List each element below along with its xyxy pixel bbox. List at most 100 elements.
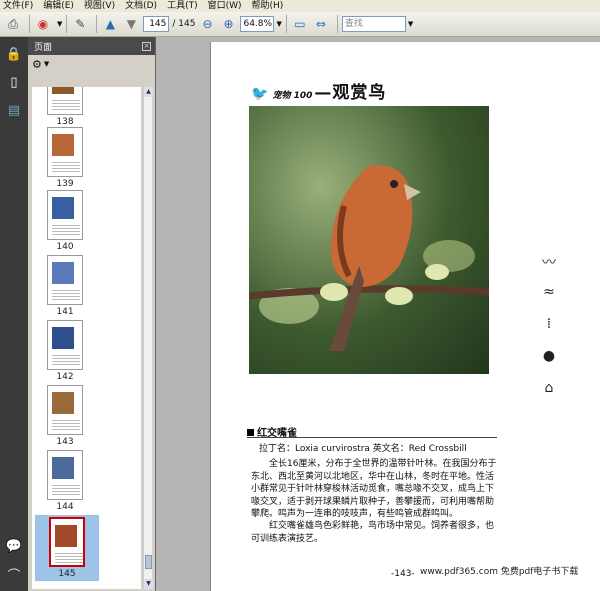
thumbnail-photo: [52, 262, 74, 284]
chevron-down-icon[interactable]: ▼: [57, 20, 62, 28]
thumbnail-text: [52, 418, 80, 432]
thumbnail-label: 144: [56, 502, 74, 512]
header-series: 宠物 100: [272, 91, 313, 101]
chevron-down-icon[interactable]: ▼: [44, 60, 49, 68]
toolbar-divider: [29, 15, 30, 33]
thumbnail-label: 139: [56, 179, 74, 189]
fit-page-icon[interactable]: ▭: [291, 15, 309, 33]
print-icon[interactable]: ⎙: [4, 15, 22, 33]
scroll-down-icon[interactable]: ▼: [144, 579, 153, 589]
zoom-out-icon[interactable]: ⊖: [198, 15, 216, 33]
page-number-input[interactable]: 145: [143, 16, 170, 32]
species-names: 拉丁名：Loxia curvirostra 英文名：Red Crossbill: [259, 444, 467, 454]
vertical-scrollbar[interactable]: ▲ ▼: [143, 87, 153, 589]
bird-logo-icon: 🐦: [251, 86, 269, 102]
pages-panel: 页面 × ⚙ ▼ 138 139 140 141 142 143 144 145 ▲ ▼: [28, 37, 156, 591]
prev-page-icon[interactable]: ▲: [101, 15, 119, 33]
panel-title: 页面: [34, 42, 53, 53]
feather-icon: ⁞: [546, 316, 552, 332]
thumbnail-image: [47, 87, 83, 115]
thumbnail-text: [52, 483, 80, 497]
thumbnail-photo: [52, 327, 74, 349]
thumbnail-image: [47, 190, 83, 240]
thumbnail-text: [52, 223, 80, 237]
description-paragraph: 全长16厘米，分布于全世界的温带针叶林。在我国分布于东北、西北至黄河以北地区，华…: [251, 459, 497, 519]
thumbnail-photo: [55, 525, 77, 547]
menu-edit[interactable]: 编辑(E): [43, 0, 74, 12]
thumbnail-text: [55, 551, 83, 565]
thumbnail-photo: [52, 134, 74, 156]
thumbnail-photo: [52, 87, 74, 94]
page-thumbnail[interactable]: 140: [46, 190, 84, 252]
scroll-up-icon[interactable]: ▲: [144, 87, 153, 97]
birdcage-icon: ⌂: [544, 380, 554, 396]
menu-file[interactable]: 文件(F): [3, 0, 33, 12]
thumbnail-label: 140: [56, 242, 74, 252]
thumbnail-photo: [52, 197, 74, 219]
panel-header: 页面 ×: [28, 37, 155, 55]
scroll-thumb[interactable]: [145, 555, 152, 569]
thumbnail-photo: [52, 392, 74, 414]
thumbnail-image: [47, 255, 83, 305]
header-title: —观赏鸟: [314, 83, 387, 103]
toolbar-divider: [285, 15, 287, 33]
thumbnail-label: 141: [56, 307, 74, 317]
section-rule: [247, 437, 497, 438]
page-thumbnail[interactable]: 138: [46, 87, 84, 127]
options-gear-icon[interactable]: ⚙: [32, 58, 42, 71]
zoom-in-icon[interactable]: ⊕: [219, 15, 237, 33]
thumbnail-text: [52, 98, 80, 112]
chevron-down-icon[interactable]: ▼: [408, 20, 413, 28]
watermark: www.pdf365.com 免费pdf电子书下载: [420, 567, 579, 577]
chevron-down-icon[interactable]: ▼: [276, 20, 281, 28]
thumbnail-text: [52, 353, 80, 367]
thumbnail-photo: [52, 457, 74, 479]
menu-window[interactable]: 窗口(W): [208, 0, 242, 12]
create-pdf-icon[interactable]: ◉: [34, 15, 52, 33]
navigation-strip: 🔒 ▯ ▤ 💬 ⌒: [0, 37, 28, 591]
page-thumbnail[interactable]: 144: [46, 450, 84, 512]
panel-splitter[interactable]: [156, 37, 210, 591]
thumbnail-text: [52, 160, 80, 174]
description-paragraph: 红交嘴雀雄鸟色彩鲜艳，鸟市场中常见。饲养者很多，也可训练表演技艺。: [251, 521, 495, 544]
thumbnail-label: 142: [56, 372, 74, 382]
thumbnail-list: 138 139 140 141 142 143 144 145: [32, 87, 141, 589]
apple-icon: ●: [542, 348, 556, 364]
thumbnail-image: [47, 450, 83, 500]
comment-icon[interactable]: ✎: [71, 15, 89, 33]
bird-photo: [248, 106, 490, 374]
page-thumbnail[interactable]: 145: [35, 515, 99, 581]
fit-width-icon[interactable]: ⇔: [312, 15, 330, 33]
page-total: / 145: [172, 19, 196, 29]
thumbnail-image: [47, 127, 83, 177]
thumbnail-text: [52, 288, 80, 302]
comments-icon[interactable]: 💬: [5, 537, 23, 555]
document-page: 🐦 宠物 100 —观赏鸟 〰 ≈ ⁞ ● ⌂ 红交嘴雀 拉丁名：Loxia c…: [210, 42, 600, 591]
menu-tools[interactable]: 工具(T): [167, 0, 198, 12]
page-thumbnail[interactable]: 139: [46, 127, 84, 189]
search-input[interactable]: 查找: [341, 16, 406, 32]
zoom-input[interactable]: 64.8%: [240, 16, 275, 32]
menu-document[interactable]: 文档(D): [125, 0, 157, 12]
page-number: -143-: [391, 569, 415, 579]
page-thumbnail[interactable]: 143: [46, 385, 84, 447]
thumbnail-label: 145: [58, 569, 76, 579]
bird-sketch-icon: ≈: [543, 284, 555, 300]
toolbar: ⎙ ◉ ▼ ✎ ▲ ▼ 145 / 145 ⊖ ⊕ 64.8% ▼ ▭ ⇔ 查找…: [0, 12, 600, 37]
menu-help[interactable]: 帮助(H): [252, 0, 284, 12]
page-thumbnail[interactable]: 141: [46, 255, 84, 317]
thumbnail-image: [47, 385, 83, 435]
pages-icon[interactable]: ▯: [5, 73, 23, 91]
menu-bar: 文件(F) 编辑(E) 视图(V) 文档(D) 工具(T) 窗口(W) 帮助(H…: [0, 0, 600, 12]
close-icon[interactable]: ×: [142, 41, 151, 51]
toolbar-divider: [336, 15, 338, 33]
attachment-icon[interactable]: ⌒: [5, 565, 23, 584]
side-icon-column: 〰 ≈ ⁞ ● ⌂: [537, 252, 561, 412]
lock-icon[interactable]: 🔒: [5, 45, 23, 63]
bird-sketch-icon: 〰: [542, 255, 556, 271]
page-thumbnail[interactable]: 142: [46, 320, 84, 382]
bookmarks-icon[interactable]: ▤: [5, 101, 23, 119]
menu-view[interactable]: 视图(V): [84, 0, 115, 12]
page-header: 🐦 宠物 100 —观赏鸟: [251, 78, 386, 103]
next-page-icon[interactable]: ▼: [122, 15, 140, 33]
